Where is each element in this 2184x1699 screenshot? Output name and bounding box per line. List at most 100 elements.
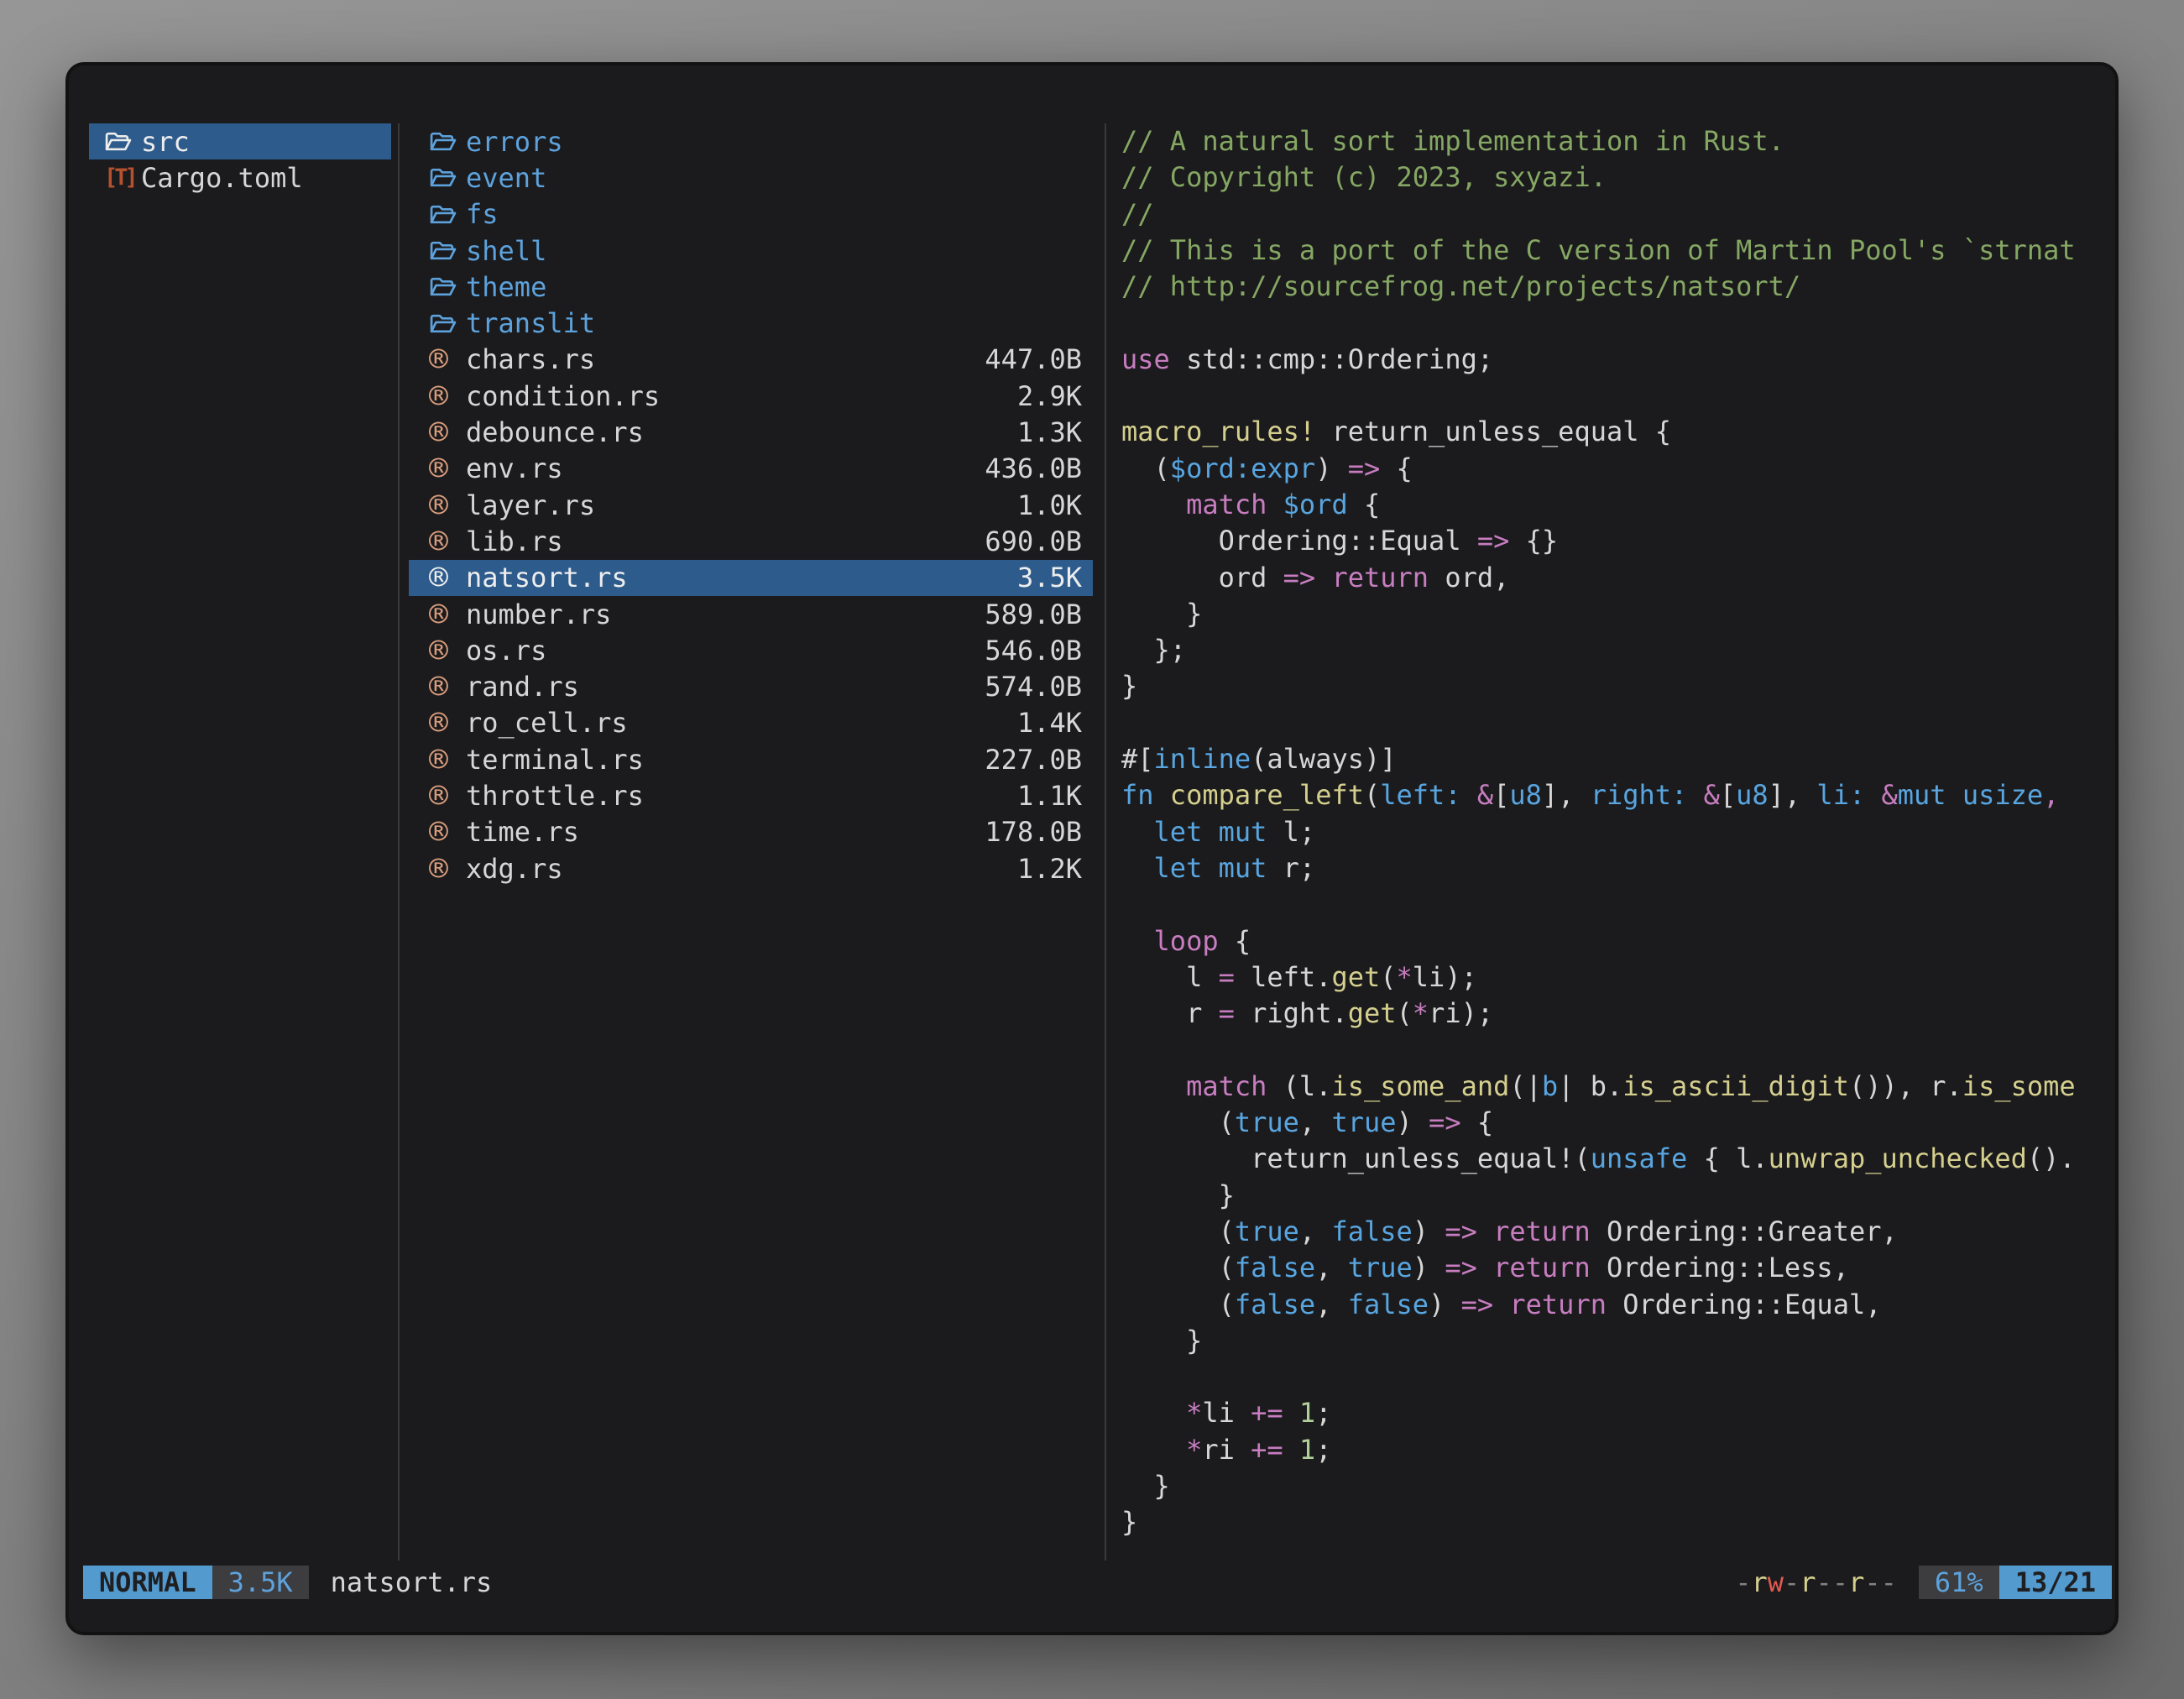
code-token: let <box>1154 852 1203 884</box>
file-name: env.rs <box>466 452 563 484</box>
code-token: return_unless_equal!( <box>1121 1142 1591 1174</box>
code-token: Ordering::Equal, <box>1607 1289 1882 1320</box>
file-name: chars.rs <box>466 343 595 375</box>
code-token: {} <box>1509 525 1558 557</box>
rust-icon: ® <box>429 416 466 448</box>
file-row[interactable]: ®natsort.rs3.5K <box>409 560 1093 596</box>
file-row[interactable]: ®ro_cell.rs1.4K <box>409 705 1093 741</box>
file-row[interactable]: ®rand.rs574.0B <box>409 668 1093 704</box>
dir-row[interactable]: errors <box>409 123 1093 159</box>
rust-logo-glyph: ® <box>429 780 457 812</box>
code-token: , <box>1299 1106 1332 1138</box>
rust-logo-glyph: ® <box>429 635 457 667</box>
code-token: ) <box>1397 1106 1429 1138</box>
code-line: fn compare_left(left: &[u8], right: &[u8… <box>1121 777 2115 813</box>
code-token <box>1154 779 1170 811</box>
code-token: let <box>1154 816 1203 848</box>
code-token: false <box>1331 1215 1412 1247</box>
code-token: li); <box>1413 961 1477 993</box>
code-line: (false, false) => return Ordering::Equal… <box>1121 1287 2115 1323</box>
code-token: r <box>1121 997 1219 1029</box>
rust-logo-glyph: ® <box>429 599 457 630</box>
code-token: = <box>1219 961 1235 993</box>
file-name: time.rs <box>466 816 579 848</box>
code-token: unsafe <box>1591 1142 1688 1174</box>
cursor-position-badge: 13/21 <box>1999 1566 2112 1599</box>
rust-icon: ® <box>429 780 466 812</box>
file-row[interactable]: ®debounce.rs 1.3K <box>409 414 1093 450</box>
code-token: ( <box>1121 1215 1235 1247</box>
file-row[interactable]: ®throttle.rs1.1K <box>409 777 1093 813</box>
file-name: throttle.rs <box>466 780 644 812</box>
rust-logo-glyph: ® <box>429 525 457 557</box>
code-token: ) <box>1429 1289 1461 1320</box>
file-size: 690.0B <box>985 525 1082 557</box>
file-row[interactable]: ®os.rs546.0B <box>409 632 1093 668</box>
code-token: ) <box>1413 1215 1445 1247</box>
file-size: 1.3K <box>1017 416 1082 448</box>
rust-icon: ® <box>429 380 466 412</box>
code-token: mut <box>1219 852 1267 884</box>
code-line: (true, true) => { <box>1121 1105 2115 1141</box>
dir-row[interactable]: event <box>409 159 1093 196</box>
permission-char: - <box>1832 1566 1848 1598</box>
rust-icon: ® <box>429 816 466 848</box>
code-token: += <box>1251 1397 1283 1429</box>
permission-char: r <box>1800 1566 1816 1598</box>
file-row[interactable]: ®time.rs178.0B <box>409 814 1093 850</box>
code-line: } <box>1121 1504 2115 1540</box>
code-token: false <box>1348 1289 1429 1320</box>
code-token: ; <box>1315 1434 1331 1466</box>
code-token: * <box>1186 1397 1202 1429</box>
rust-icon: ® <box>429 343 466 375</box>
dir-row[interactable]: theme <box>409 269 1093 305</box>
file-row[interactable]: ®terminal.rs227.0B <box>409 741 1093 777</box>
folder-icon <box>429 165 466 190</box>
file-name: debounce.rs <box>466 416 644 448</box>
code-token: u8 <box>1736 779 1769 811</box>
dir-row[interactable]: shell <box>409 233 1093 269</box>
code-line: let mut r; <box>1121 850 2115 886</box>
folder-icon-svg <box>104 129 132 154</box>
code-token: ) <box>1413 1252 1445 1283</box>
code-line <box>1121 378 2115 414</box>
dir-row[interactable]: src <box>89 123 391 159</box>
code-line: macro_rules! return_unless_equal { <box>1121 414 2115 450</box>
dir-row[interactable]: translit <box>409 305 1093 341</box>
code-token: right: <box>1591 779 1688 811</box>
code-token: // <box>1121 198 1154 230</box>
file-size: 3.5K <box>1017 562 1082 593</box>
file-name: natsort.rs <box>466 562 628 593</box>
file-row[interactable]: [T]Cargo.toml <box>89 159 391 196</box>
code-token: l; <box>1267 816 1315 848</box>
file-row[interactable]: ®condition.rs2.9K <box>409 378 1093 414</box>
yazi-terminal-window: src[T]Cargo.toml errorseventfsshelltheme… <box>65 62 2119 1635</box>
file-row[interactable]: ®lib.rs690.0B <box>409 523 1093 559</box>
code-line: } <box>1121 1468 2115 1504</box>
file-name: number.rs <box>466 599 611 630</box>
rust-logo-glyph: ® <box>429 343 457 375</box>
file-row[interactable]: ®chars.rs447.0B <box>409 342 1093 378</box>
file-name: src <box>141 126 190 158</box>
file-row[interactable]: ®layer.rs1.0K <box>409 487 1093 523</box>
code-line: let mut l; <box>1121 814 2115 850</box>
dir-row[interactable]: fs <box>409 196 1093 233</box>
file-size-badge: 3.5K <box>212 1566 309 1599</box>
code-token: (| <box>1509 1070 1542 1102</box>
code-token: }; <box>1121 634 1186 666</box>
code-token: , <box>1315 1289 1348 1320</box>
code-token: 1 <box>1299 1397 1315 1429</box>
parent-directory-list: src[T]Cargo.toml <box>89 123 391 196</box>
code-token <box>1283 1397 1299 1429</box>
code-token: true <box>1235 1215 1299 1247</box>
rust-logo-glyph: ® <box>429 853 457 885</box>
file-name: errors <box>466 126 563 158</box>
folder-icon-svg <box>429 129 457 154</box>
rust-logo-glyph: ® <box>429 707 457 739</box>
file-row[interactable]: ®number.rs589.0B <box>409 596 1093 632</box>
file-row[interactable]: ®env.rs436.0B <box>409 451 1093 487</box>
code-token <box>1687 779 1703 811</box>
file-row[interactable]: ®xdg.rs1.2K <box>409 850 1093 886</box>
folder-icon <box>429 274 466 299</box>
code-token: } <box>1121 1470 1170 1502</box>
